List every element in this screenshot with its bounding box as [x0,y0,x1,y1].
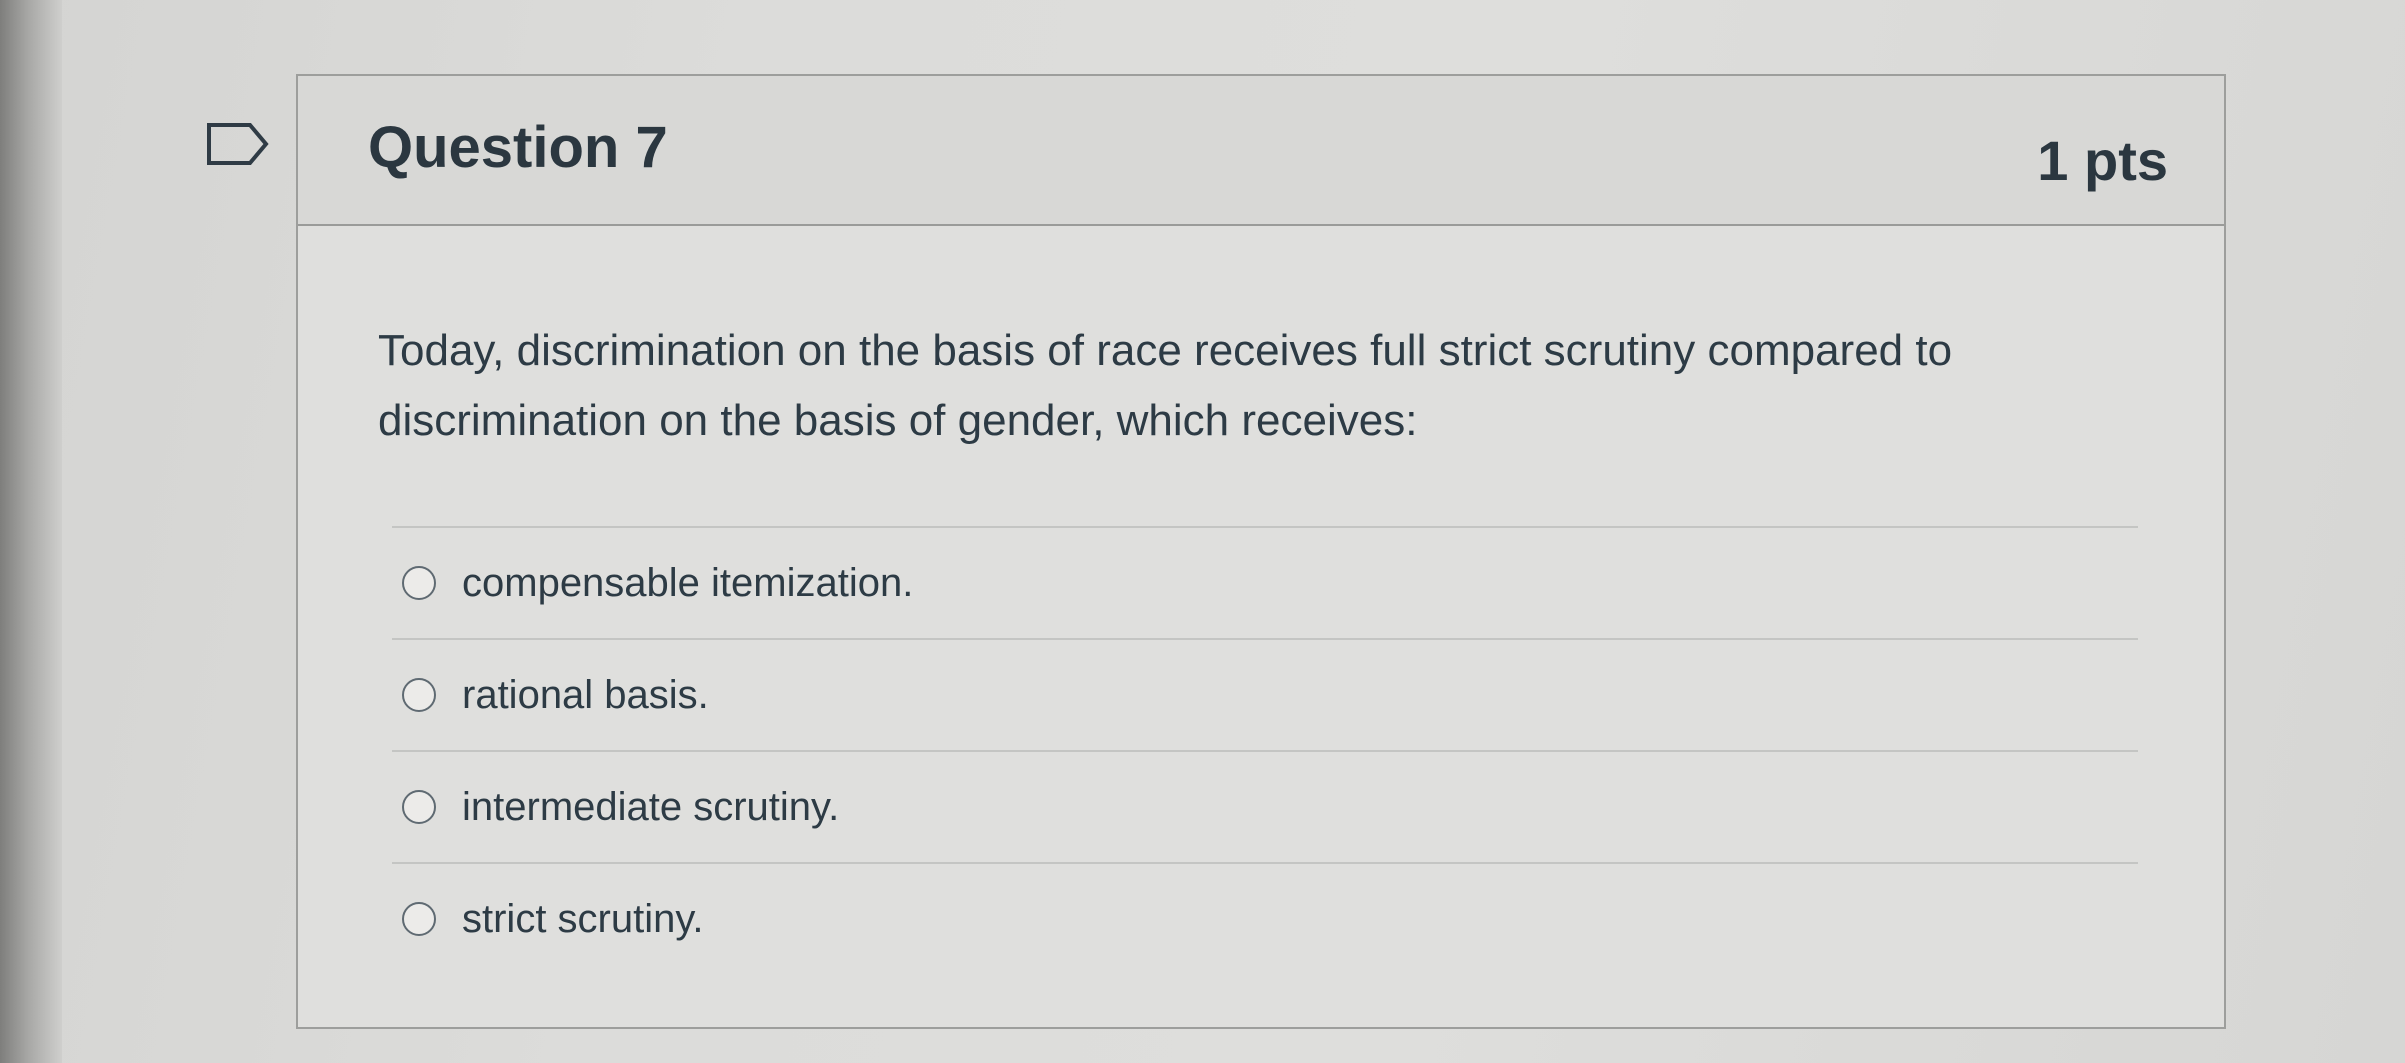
flag-question-icon[interactable] [206,122,270,166]
radio-button-icon[interactable] [402,790,436,824]
answer-label: strict scrutiny. [462,896,704,941]
answer-label: intermediate scrutiny. [462,784,840,829]
question-title: Question 7 [368,115,668,180]
radio-button-icon[interactable] [402,566,436,600]
answer-option-intermediate-scrutiny[interactable]: intermediate scrutiny. [392,752,2138,862]
question-text: Today, discrimination on the basis of ra… [378,326,1953,445]
radio-button-icon[interactable] [402,902,436,936]
question-points: 1 pts [2037,129,2168,192]
answer-list: compensable itemization. rational basis.… [392,526,2138,974]
question-card: Question 7 1 pts Today, discrimination o… [296,74,2226,1029]
answer-label: compensable itemization. [462,560,914,605]
answer-label: rational basis. [462,672,709,717]
answer-option-rational-basis[interactable]: rational basis. [392,640,2138,750]
answer-option-compensable-itemization[interactable]: compensable itemization. [392,528,2138,638]
question-header: Question 7 1 pts [298,76,2224,226]
radio-button-icon[interactable] [402,678,436,712]
screen-edge [0,0,62,1063]
answer-option-strict-scrutiny[interactable]: strict scrutiny. [392,864,2138,974]
